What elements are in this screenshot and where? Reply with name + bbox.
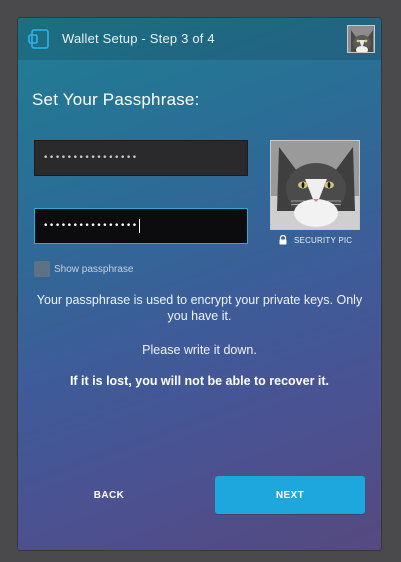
confirm-passphrase-input[interactable]: ••••••••••••••••	[34, 208, 248, 244]
page-heading: Set Your Passphrase:	[32, 90, 200, 109]
cat-security-image	[271, 141, 359, 229]
show-passphrase-checkbox[interactable]	[34, 261, 50, 277]
passphrase-input[interactable]: ••••••••••••••••	[34, 140, 248, 176]
security-pic[interactable]	[270, 140, 360, 230]
user-avatar[interactable]	[347, 25, 375, 53]
next-button[interactable]: NEXT	[215, 476, 365, 514]
titlebar: Wallet Setup - Step 3 of 4	[18, 18, 381, 60]
show-passphrase-toggle[interactable]: Show passphrase	[34, 261, 134, 277]
info-text-write-down: Please write it down.	[142, 343, 257, 357]
security-pic-caption: SECURITY PIC	[278, 235, 352, 245]
wallet-icon	[28, 29, 49, 49]
security-pic-label: SECURITY PIC	[294, 235, 353, 245]
passphrase-value: ••••••••••••••••	[43, 153, 138, 163]
window-title: Wallet Setup - Step 3 of 4	[62, 31, 215, 46]
lock-icon	[279, 235, 287, 245]
text-caret	[138, 219, 140, 233]
info-text-encrypt: Your passphrase is used to encrypt your …	[36, 293, 363, 323]
wallet-setup-window: Wallet Setup - Step 3 of 4 Set Your Pass…	[18, 18, 381, 550]
info-text-warning: If it is lost, you will not be able to r…	[69, 374, 330, 388]
confirm-passphrase-value: ••••••••••••••••	[43, 221, 138, 231]
back-button[interactable]: BACK	[34, 476, 184, 514]
show-passphrase-label: Show passphrase	[54, 263, 134, 275]
cat-avatar	[348, 26, 374, 52]
